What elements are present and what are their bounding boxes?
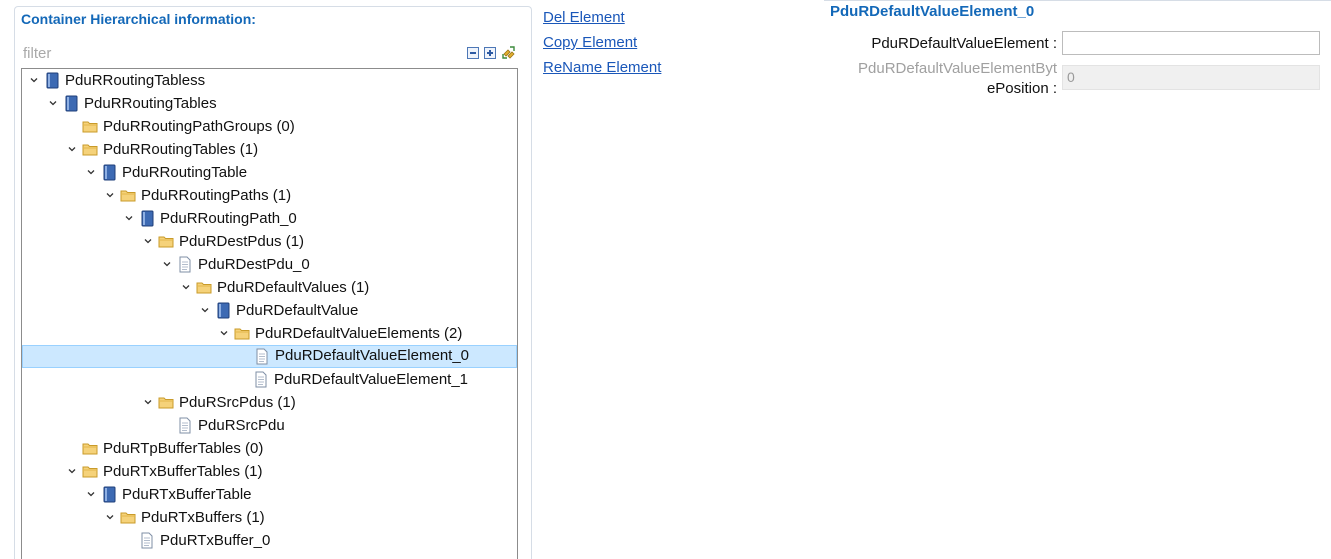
document-icon <box>254 345 270 368</box>
chevron-down-icon[interactable] <box>104 184 116 207</box>
chevron-down-icon[interactable] <box>123 207 135 230</box>
byte-position-label-line1: PduRDefaultValueElementByt <box>858 60 1057 77</box>
element-actions: Del Element Copy Element ReName Element <box>543 8 661 83</box>
byte-position-label-line2: ePosition : <box>986 80 1057 97</box>
document-icon <box>253 368 269 391</box>
tree-node[interactable]: PduRRoutingTable <box>22 161 517 184</box>
module-icon <box>101 161 117 184</box>
tree-node-label: PduRTpBufferTables (0) <box>103 440 264 457</box>
document-icon <box>139 529 155 552</box>
tree-node-label: PduRDestPdus (1) <box>179 233 305 250</box>
del-element-link[interactable]: Del Element <box>543 8 661 33</box>
properties-header: PduRDefaultValueElement_0 <box>824 0 1331 24</box>
rename-element-link[interactable]: ReName Element <box>543 58 661 83</box>
document-icon <box>177 253 193 276</box>
tree-node-label: PduRRoutingPaths (1) <box>141 187 292 204</box>
folder-icon <box>82 115 98 138</box>
tree-node[interactable]: PduRRoutingTables (1) <box>22 138 517 161</box>
tree-node[interactable]: PduRTxBuffers (1) <box>22 506 517 529</box>
tree-node-label: PduRRoutingTabless <box>65 72 206 89</box>
folder-icon <box>158 391 174 414</box>
tree-node-label: PduRDestPdu_0 <box>198 256 310 273</box>
chevron-down-icon[interactable] <box>104 506 116 529</box>
chevron-down-icon[interactable] <box>85 161 97 184</box>
folder-icon <box>158 230 174 253</box>
chevron-down-icon[interactable] <box>66 460 78 483</box>
folder-icon <box>120 184 136 207</box>
element-label: PduRDefaultValueElement : <box>871 35 1057 52</box>
element-value-input[interactable] <box>1062 31 1320 55</box>
filter-input[interactable]: filter <box>23 45 51 62</box>
module-icon <box>215 299 231 322</box>
tree-node-label: PduRRoutingTables <box>84 95 217 112</box>
tree-node[interactable]: PduRTxBufferTables (1) <box>22 460 517 483</box>
tree-node-label: PduRDefaultValueElement_0 <box>275 347 470 364</box>
tree-node[interactable]: PduRRoutingTables <box>22 92 517 115</box>
chevron-down-icon[interactable] <box>142 391 154 414</box>
folder-icon <box>82 460 98 483</box>
copy-element-link[interactable]: Copy Element <box>543 33 661 58</box>
tree-node[interactable]: PduRTpBufferTables (0) <box>22 437 517 460</box>
tree-node[interactable]: PduRDefaultValue <box>22 299 517 322</box>
chevron-down-icon[interactable] <box>218 322 230 345</box>
tree-node[interactable]: PduRDefaultValues (1) <box>22 276 517 299</box>
chevron-down-icon[interactable] <box>161 253 173 276</box>
chevron-down-icon[interactable] <box>85 483 97 506</box>
folder-icon <box>234 322 250 345</box>
link-with-editor-icon[interactable] <box>501 45 516 60</box>
tree-node-label: PduRDefaultValueElement_1 <box>274 371 469 388</box>
tree-node-label: PduRRoutingTable <box>122 164 248 181</box>
tree-node[interactable]: PduRTxBufferTable <box>22 483 517 506</box>
tree-node-label: PduRTxBuffers (1) <box>141 509 265 526</box>
chevron-down-icon[interactable] <box>180 276 192 299</box>
tree-node[interactable]: PduRRoutingPath_0 <box>22 207 517 230</box>
tree-node[interactable]: PduRSrcPdu <box>22 414 517 437</box>
tree-node-label: PduRSrcPdu <box>198 417 285 434</box>
folder-icon <box>82 138 98 161</box>
tree-node[interactable]: PduRSrcPdus (1) <box>22 391 517 414</box>
collapse-all-icon[interactable] <box>467 47 479 59</box>
container-tree[interactable]: PduRRoutingTabless PduRRoutingTables PduRR… <box>21 68 518 559</box>
document-icon <box>177 414 193 437</box>
tree-node[interactable]: PduRTxBuffer_0 <box>22 529 517 552</box>
tree-node[interactable]: PduRDefaultValueElements (2) <box>22 322 517 345</box>
tree-node-label: PduRSrcPdus (1) <box>179 394 296 411</box>
tree-node[interactable]: PduRRoutingTabless <box>22 69 517 92</box>
folder-icon <box>82 437 98 460</box>
module-icon <box>101 483 117 506</box>
tree-node[interactable]: PduRDefaultValueElement_0 <box>22 345 517 368</box>
chevron-down-icon[interactable] <box>199 299 211 322</box>
tree-node-label: PduRRoutingPath_0 <box>160 210 297 227</box>
folder-icon <box>120 506 136 529</box>
chevron-down-icon[interactable] <box>28 69 40 92</box>
tree-node-label: PduRDefaultValues (1) <box>217 279 370 296</box>
tree-node-label: PduRTxBuffer_0 <box>160 532 271 549</box>
tree-node-label: PduRRoutingPathGroups (0) <box>103 118 295 135</box>
byte-position-input: 0 <box>1062 65 1320 90</box>
tree-node-label: PduRTxBufferTables (1) <box>103 463 263 480</box>
tree-node-label: PduRRoutingTables (1) <box>103 141 259 158</box>
folder-icon <box>196 276 212 299</box>
expand-all-icon[interactable] <box>484 47 496 59</box>
chevron-down-icon[interactable] <box>47 92 59 115</box>
tree-node-label: PduRTxBufferTable <box>122 486 252 503</box>
tree-node[interactable]: PduRDestPdus (1) <box>22 230 517 253</box>
chevron-down-icon[interactable] <box>142 230 154 253</box>
tree-node[interactable]: PduRDefaultValueElement_1 <box>22 368 517 391</box>
properties-title: PduRDefaultValueElement_0 <box>830 3 1035 20</box>
tree-node-label: PduRDefaultValueElements (2) <box>255 325 463 342</box>
tree-node-label: PduRDefaultValue <box>236 302 359 319</box>
tree-node[interactable]: PduRRoutingPaths (1) <box>22 184 517 207</box>
module-icon <box>139 207 155 230</box>
module-icon <box>44 69 60 92</box>
chevron-down-icon[interactable] <box>66 138 78 161</box>
module-icon <box>63 92 79 115</box>
tree-node[interactable]: PduRDestPdu_0 <box>22 253 517 276</box>
tree-node[interactable]: PduRRoutingPathGroups (0) <box>22 115 517 138</box>
byte-position-value: 0 <box>1067 69 1075 85</box>
panel-title: Container Hierarchical information: <box>21 11 256 27</box>
